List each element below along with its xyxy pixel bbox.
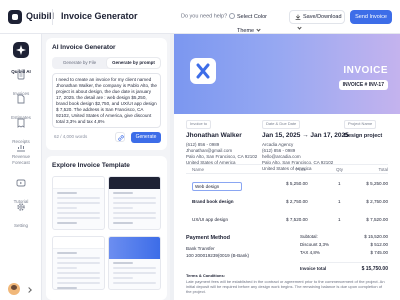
- template-title: Explore Invoice Template: [52, 162, 130, 169]
- invoice-to-tag: Invoice to: [186, 120, 212, 129]
- generate-button[interactable]: Generate: [131, 132, 161, 143]
- ai-generator-title: AI Invoice Generator: [52, 44, 116, 51]
- template-card: Explore Invoice Template: [46, 156, 167, 300]
- color-theme-label: Select Color Theme: [237, 14, 267, 34]
- table-row: Brand book design $ 2,750.00 1 $ 2,750.0…: [186, 196, 388, 208]
- document-icon: [17, 70, 25, 80]
- send-invoice-button[interactable]: Send Invoice: [350, 10, 392, 24]
- client-name[interactable]: Jhonathan Walker: [186, 132, 257, 140]
- item-total: $ 7,520.00: [366, 217, 388, 222]
- tab-generate-by-file[interactable]: Generate by File: [53, 58, 106, 68]
- column-name: Name: [192, 167, 205, 172]
- template-thumbnail[interactable]: [52, 176, 105, 230]
- sidebar-item-label: Setting: [13, 223, 28, 228]
- sidebar: Quibill AI Invoices Estimates Receipts R…: [0, 34, 42, 300]
- word-count: 62 / 4,000 words: [54, 134, 88, 139]
- discount-row: Discount 3,3% $ 512.00: [300, 241, 388, 249]
- project-tag: Project Name: [344, 120, 377, 129]
- terms-and-conditions: Terms & Conditions: Late payment fees wi…: [186, 273, 388, 294]
- attach-button[interactable]: [115, 132, 125, 142]
- item-name[interactable]: Brand book design: [192, 196, 234, 208]
- help-link[interactable]: Do you need help?: [181, 13, 236, 20]
- project-block: Project Name Design project: [344, 120, 382, 142]
- link-icon: [117, 134, 124, 141]
- item-qty[interactable]: 1: [338, 196, 341, 208]
- subtotal-row: Subtotal: $ 15,520.00: [300, 233, 388, 241]
- item-price[interactable]: $ 7,520.00: [286, 214, 308, 226]
- template-thumbnail[interactable]: [108, 236, 161, 290]
- top-bar: Quibill Invoice Generator Do you need he…: [0, 0, 400, 34]
- tax-row: TAX 4,8% $ 745.00: [300, 249, 388, 257]
- save-download-label: Save/Download: [303, 14, 342, 20]
- item-price[interactable]: $ 2,750.00: [286, 196, 308, 208]
- save-download-button[interactable]: Save/Download: [289, 10, 345, 30]
- receipt-icon: [17, 118, 25, 128]
- payment-title: Payment Method: [186, 235, 231, 241]
- app-logo-text: Quibill: [26, 11, 54, 21]
- column-qty: Qty: [336, 167, 344, 172]
- item-name[interactable]: UX/UI app design: [192, 214, 228, 226]
- tax-value: $ 745.00: [370, 250, 388, 255]
- download-icon: [295, 14, 301, 20]
- logo-icon: [8, 10, 22, 24]
- payment-line: Bank Transfer: [186, 246, 215, 251]
- invoice-total-row: Invoice total $ 15,750.00: [300, 265, 388, 273]
- subtotal-value: $ 15,520.00: [364, 234, 388, 239]
- subtotal-label: Subtotal:: [300, 234, 318, 239]
- discount-label: Discount 3,3%: [300, 242, 330, 247]
- item-total: $ 2,750.00: [366, 199, 388, 204]
- company-logo-icon: [190, 58, 216, 84]
- chevron-down-icon: [256, 27, 261, 32]
- chart-icon: [17, 145, 25, 152]
- column-price: Price: [296, 167, 307, 172]
- invoice-total-value: $ 15,750.00: [361, 266, 388, 272]
- item-qty[interactable]: 1: [338, 178, 341, 190]
- left-panel: AI Invoice Generator Generate by File Ge…: [42, 34, 170, 300]
- sparkle-icon: [13, 42, 29, 58]
- prompt-textarea[interactable]: I need to create an invoice for my clien…: [52, 73, 161, 128]
- column-total: Total: [378, 167, 388, 172]
- invoice-number-badge: INVOICE # INV-17: [338, 80, 388, 90]
- invoice-to-block: Invoice to Jhonathan Walker (612) 856 - …: [186, 120, 257, 166]
- divider: [52, 9, 53, 25]
- terms-text: Late payment fees will be established in…: [186, 279, 385, 294]
- gear-icon: [17, 203, 25, 211]
- client-line: Palo Alto, San Francisco, CA 92102: [186, 153, 258, 159]
- chevron-down-icon: [297, 25, 302, 30]
- item-qty[interactable]: 1: [338, 214, 341, 226]
- sidebar-item-setting[interactable]: Setting: [0, 202, 42, 232]
- template-thumbnail[interactable]: [52, 236, 105, 290]
- tab-generate-by-prompt[interactable]: Generate by prompt: [107, 58, 160, 68]
- ai-generator-card: AI Invoice Generator Generate by File Ge…: [46, 38, 167, 150]
- invoice-total-label: Invoice total: [300, 266, 327, 271]
- divider: [300, 262, 388, 263]
- play-icon: [16, 179, 26, 187]
- file-icon: [17, 94, 25, 104]
- item-price[interactable]: $ 5,250.00: [286, 178, 308, 190]
- item-total: $ 5,250.00: [366, 181, 388, 186]
- color-theme-select[interactable]: Select Color Theme: [232, 10, 282, 34]
- page-title: Invoice Generator: [61, 11, 138, 21]
- template-thumbnail[interactable]: [108, 176, 161, 230]
- item-name-input[interactable]: Web design: [192, 182, 242, 191]
- table-row: UX/UI app design $ 7,520.00 1 $ 7,520.00: [186, 214, 388, 226]
- invoice-dates[interactable]: Jan 15, 2025 → Jan 17, 2025: [262, 132, 349, 140]
- date-tag: Date & Due Date: [262, 120, 301, 129]
- sidebar-item-revenue-forecast[interactable]: Revenue Forecast: [0, 142, 42, 165]
- invoice-preview: INVOICE INVOICE # INV-17 Invoice to Jhon…: [174, 34, 400, 300]
- project-name[interactable]: Design project: [344, 132, 382, 140]
- discount-value: $ 512.00: [370, 242, 388, 247]
- invoice-header-banner: INVOICE INVOICE # INV-17: [174, 34, 400, 114]
- tax-label: TAX 4,8%: [300, 250, 320, 255]
- payment-line: 100 200019239(0019 (B-Bank): [186, 253, 250, 258]
- generate-tabs: Generate by File Generate by prompt: [52, 57, 161, 69]
- avatar[interactable]: [8, 283, 20, 295]
- items-table-header: Name Price Qty Total: [186, 164, 388, 174]
- terms-title: Terms & Conditions:: [186, 273, 226, 278]
- help-label: Do you need help?: [181, 13, 228, 20]
- sidebar-item-label: Revenue Forecast: [11, 154, 30, 165]
- invoice-title: INVOICE: [343, 65, 388, 76]
- payment-method: Payment Method Bank Transfer 100 2000192…: [186, 235, 249, 259]
- item-name: Web design: [195, 184, 220, 189]
